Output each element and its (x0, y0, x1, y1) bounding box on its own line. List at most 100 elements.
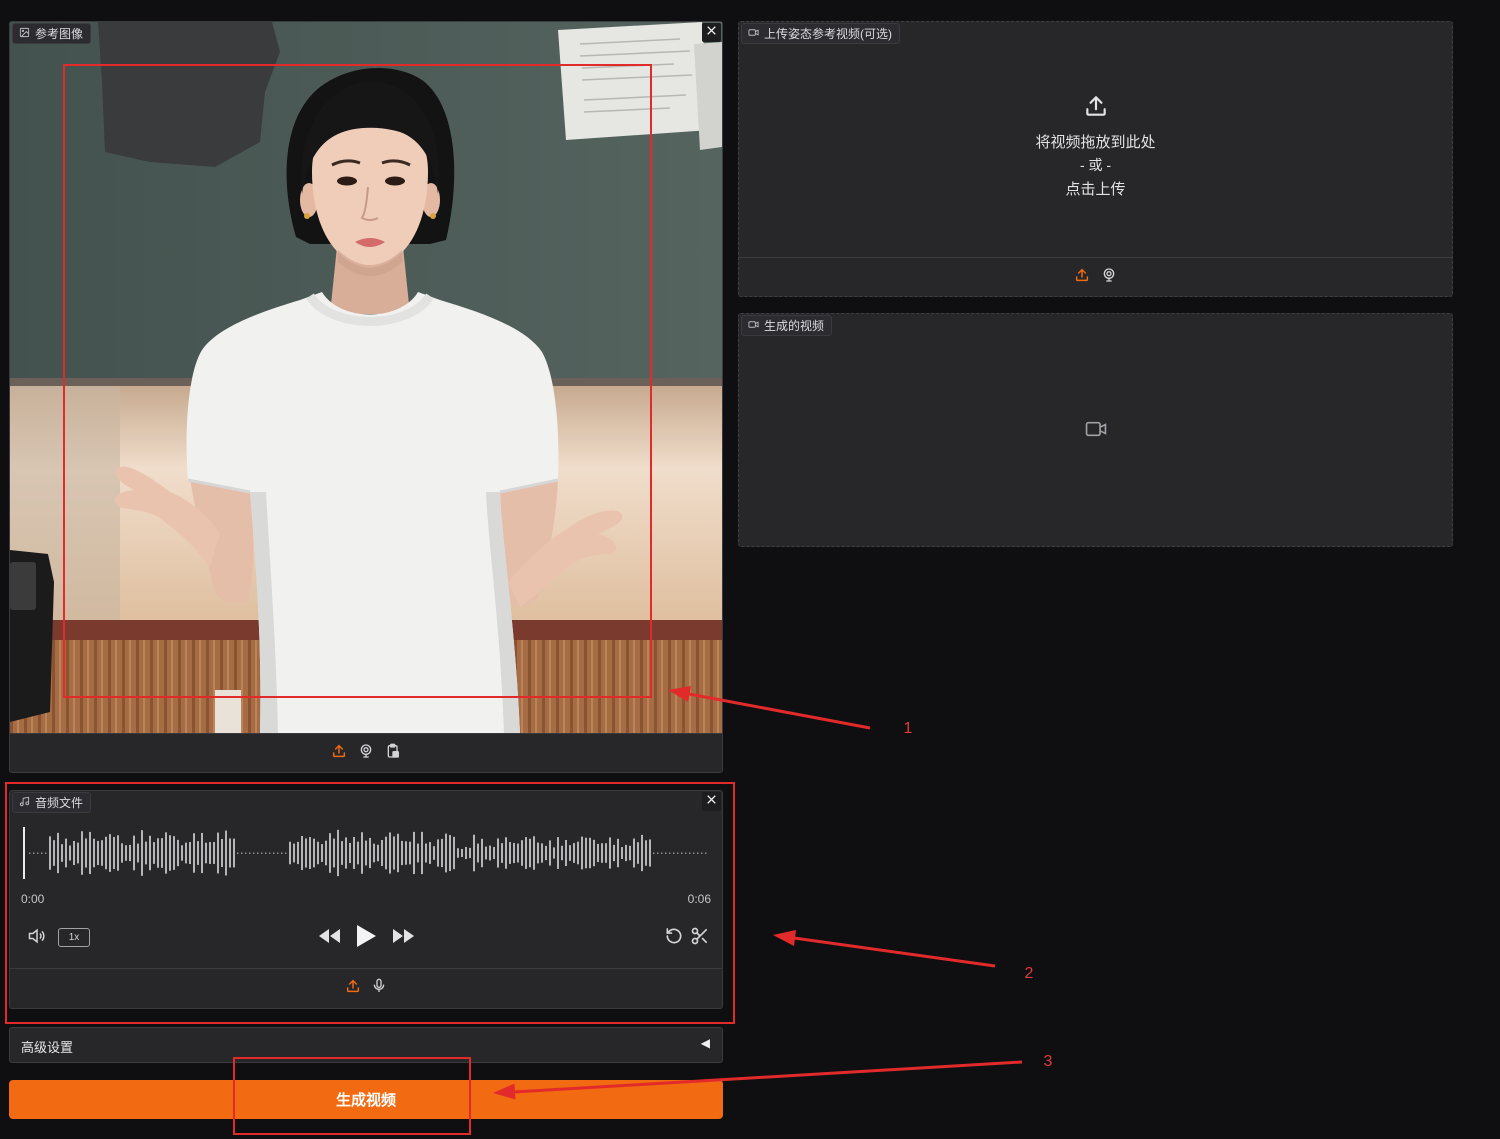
playback-speed-button[interactable]: 1x (58, 928, 90, 947)
upload-icon (345, 978, 361, 999)
undo-button[interactable] (664, 926, 684, 951)
waveform-bar (161, 838, 163, 868)
output-video-panel: 生成的视频 (738, 313, 1453, 547)
play-button[interactable] (354, 924, 378, 953)
upload-button[interactable] (331, 744, 347, 762)
waveform-bar (533, 836, 535, 870)
waveform-bar (49, 836, 51, 870)
waveform-bar (509, 842, 511, 864)
paste-clipboard-button[interactable] (385, 743, 401, 764)
waveform-bar (85, 838, 87, 868)
undo-icon (664, 926, 684, 951)
audio-upload-button[interactable] (345, 978, 361, 999)
webcam-button[interactable] (358, 744, 374, 762)
waveform-bar (441, 838, 443, 868)
waveform-bar (105, 836, 107, 870)
app-root: 参考图像 音频文件 0:00 0:06 1x 高级设置 ◀ 生成视频 上传姿态参… (0, 0, 1500, 1139)
waveform-bar (697, 852, 699, 854)
waveform[interactable] (19, 823, 714, 883)
waveform-bar (117, 835, 119, 871)
record-button[interactable] (371, 978, 387, 997)
fast-forward-icon (392, 927, 416, 950)
waveform-bar (137, 843, 139, 863)
waveform-bar (321, 844, 323, 862)
waveform-bar (657, 852, 659, 854)
pose-video-webcam-button[interactable] (1101, 267, 1117, 285)
waveform-bar (689, 852, 691, 854)
waveform-bar (33, 852, 35, 854)
video-drop-zone[interactable]: 将视频拖放到此处 - 或 - 点击上传 (739, 46, 1452, 257)
waveform-bar (557, 837, 559, 869)
waveform-bar (541, 843, 543, 863)
annotation-arrow-2 (773, 930, 996, 968)
waveform-bar (249, 852, 251, 854)
waveform-bar (621, 847, 623, 859)
waveform-bar (317, 841, 319, 865)
audio-toolbar (10, 969, 722, 1008)
waveform-bar (641, 834, 643, 872)
waveform-bar (313, 838, 315, 868)
pose-video-upload-button[interactable] (1074, 268, 1090, 285)
video-camera-icon (1085, 421, 1107, 442)
waveform-bar (429, 842, 431, 864)
waveform-bar (241, 852, 243, 854)
reference-image-close-button[interactable] (702, 23, 721, 42)
scissors-icon (690, 926, 710, 951)
waveform-bar (229, 838, 231, 868)
waveform-bar (281, 852, 283, 854)
waveform-bar (245, 852, 247, 854)
waveform-bar (497, 838, 499, 868)
waveform-bar (409, 841, 411, 865)
waveform-bar (113, 836, 115, 870)
play-icon (355, 924, 377, 953)
waveform-bar (329, 833, 331, 873)
waveform-bar (417, 843, 419, 863)
trim-button[interactable] (690, 926, 710, 951)
waveform-bar (453, 836, 455, 870)
duration: 0:06 (687, 892, 711, 906)
waveform-bar (649, 839, 651, 867)
generate-video-button[interactable]: 生成视频 (9, 1080, 723, 1119)
waveform-bar (121, 843, 123, 863)
waveform-bar (357, 841, 359, 865)
waveform-bar (333, 838, 335, 868)
waveform-bar (485, 846, 487, 860)
waveform-bar (65, 838, 67, 868)
waveform-bar (345, 837, 347, 869)
waveform-bar (157, 838, 159, 868)
audio-close-button[interactable] (702, 792, 721, 811)
volume-button[interactable] (26, 928, 48, 948)
waveform-bar (225, 830, 227, 876)
waveform-bar (369, 837, 371, 869)
rewind-button[interactable] (316, 927, 342, 949)
playhead-cursor[interactable] (23, 827, 25, 879)
pose-video-panel: 上传姿态参考视频(可选) 将视频拖放到此处 - 或 - 点击上传 (738, 21, 1453, 297)
reference-image-label: 参考图像 (35, 27, 84, 41)
waveform-bar (101, 840, 103, 866)
waveform-bar (109, 834, 111, 872)
waveform-bar (81, 831, 83, 875)
advanced-settings-accordion[interactable]: 高级设置 ◀ (9, 1027, 723, 1063)
waveform-bar (489, 845, 491, 861)
waveform-bar (585, 837, 587, 869)
waveform-bar (613, 844, 615, 862)
waveform-bar (297, 841, 299, 865)
pose-video-label: 上传姿态参考视频(可选) (764, 27, 892, 41)
fast-forward-button[interactable] (391, 927, 417, 949)
pose-video-toolbar (739, 258, 1452, 296)
waveform-bar (673, 852, 675, 854)
waveform-bar (553, 847, 555, 859)
waveform-bar (57, 832, 59, 874)
waveform-bar (233, 838, 235, 868)
waveform-bar (685, 852, 687, 854)
waveform-bar (193, 833, 195, 873)
waveform-bar (129, 844, 131, 862)
output-video-label: 生成的视频 (764, 319, 825, 333)
waveform-bar (125, 845, 127, 861)
close-icon (705, 793, 718, 811)
clipboard-icon (385, 743, 401, 764)
waveform-bar (569, 845, 571, 861)
drop-text: 将视频拖放到此处 (1035, 134, 1156, 151)
waveform-bar (289, 841, 291, 865)
rewind-icon (317, 927, 341, 950)
